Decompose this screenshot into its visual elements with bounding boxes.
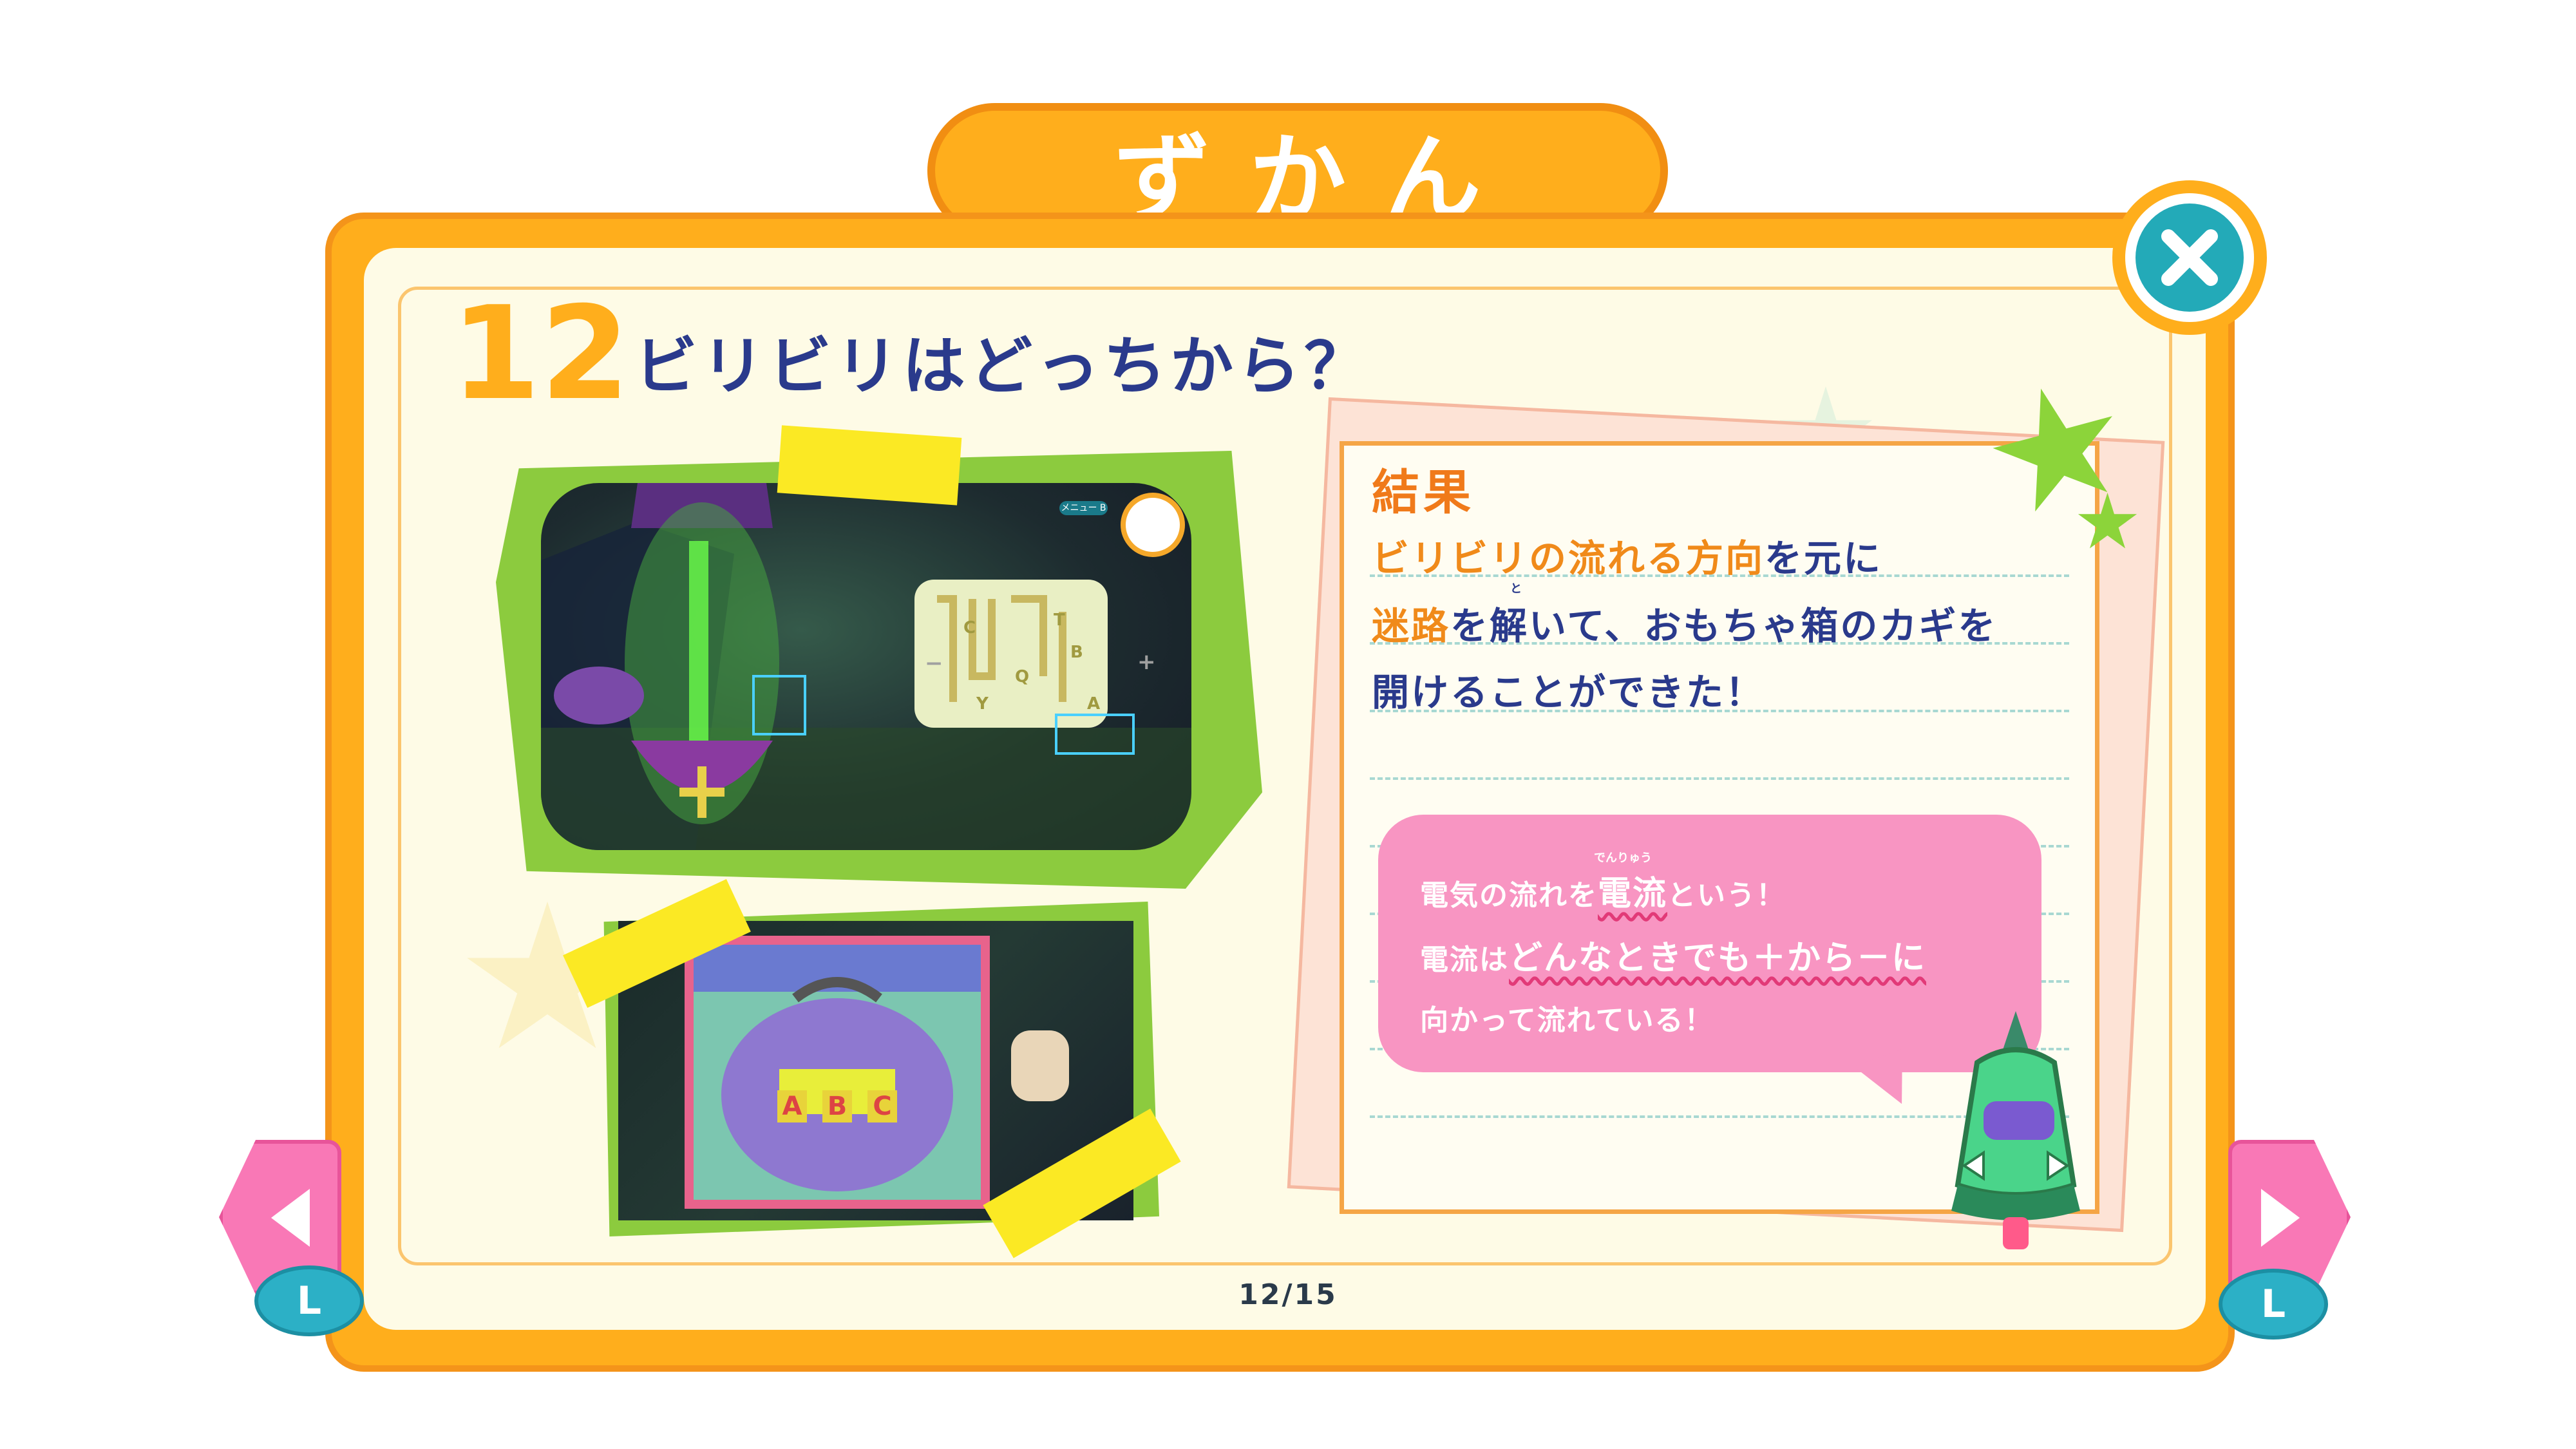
- maze-letter: C: [963, 618, 976, 638]
- bubble-text: 電気の流れを: [1420, 879, 1598, 912]
- result-line-2: 迷路を解いて、おもちゃ箱のカギを: [1372, 596, 1997, 650]
- maze-minus-sign: −: [925, 650, 943, 676]
- mascot-character: [1932, 1011, 2099, 1256]
- close-icon: [2161, 229, 2218, 286]
- highlight-text: 電流: [1598, 875, 1668, 913]
- ruby-text: でんりゅう: [1594, 851, 1652, 865]
- maze-letter: Q: [1015, 667, 1030, 687]
- close-button[interactable]: [2112, 180, 2267, 335]
- lock-letter: C: [867, 1090, 897, 1122]
- result-text: を元に: [1765, 536, 1883, 580]
- tape-decoration: [777, 425, 962, 506]
- maze-letter: T: [1054, 611, 1065, 630]
- maze-letter: A: [1087, 694, 1101, 714]
- ruby-text: と: [1510, 582, 1522, 596]
- game-timer-icon: [1121, 493, 1185, 557]
- game-menu-badge: B: [1099, 503, 1106, 513]
- highlight-text: 迷路: [1372, 604, 1451, 648]
- result-line-1: ビリビリの流れる方向を元に: [1372, 528, 1882, 582]
- lock-letter: B: [822, 1090, 852, 1122]
- entry-title: ビリビリはどっちから？: [634, 330, 1372, 403]
- entry-number: 12: [451, 279, 630, 429]
- lock-letter: A: [777, 1090, 807, 1122]
- maze-plus-sign: +: [1137, 649, 1156, 675]
- game-menu-text: メニュー: [1061, 503, 1097, 513]
- bubble-line-1: 電気の流れを電流という！: [1420, 866, 1786, 914]
- bubble-line-3: 向かって流れている！: [1420, 1004, 1714, 1037]
- page-counter: 12/15: [1238, 1278, 1338, 1311]
- maze-letter: B: [1070, 643, 1083, 662]
- result-text: を解いて、おもちゃ箱のカギを: [1450, 604, 1998, 648]
- screenshot-1: [541, 483, 1191, 850]
- highlight-text: どんなときでも＋から－に: [1509, 939, 1927, 978]
- highlight-text: ビリビリの流れる方向: [1372, 536, 1765, 580]
- bubble-text: 電流は: [1420, 943, 1509, 976]
- triangle-right-icon: [2261, 1189, 2300, 1247]
- prev-l-button[interactable]: L: [254, 1265, 364, 1336]
- bubble-line-2: 電流はどんなときでも＋から－に: [1420, 931, 1926, 979]
- game-menu-label: メニュー B: [1059, 501, 1108, 515]
- result-line-3: 開けることができた！: [1372, 670, 1765, 714]
- result-heading: 結果: [1372, 465, 1475, 520]
- next-l-button[interactable]: L: [2219, 1269, 2328, 1340]
- maze-letter: Y: [976, 694, 989, 714]
- bubble-text: という！: [1667, 879, 1786, 912]
- screenshot-1-scene: [541, 483, 1191, 850]
